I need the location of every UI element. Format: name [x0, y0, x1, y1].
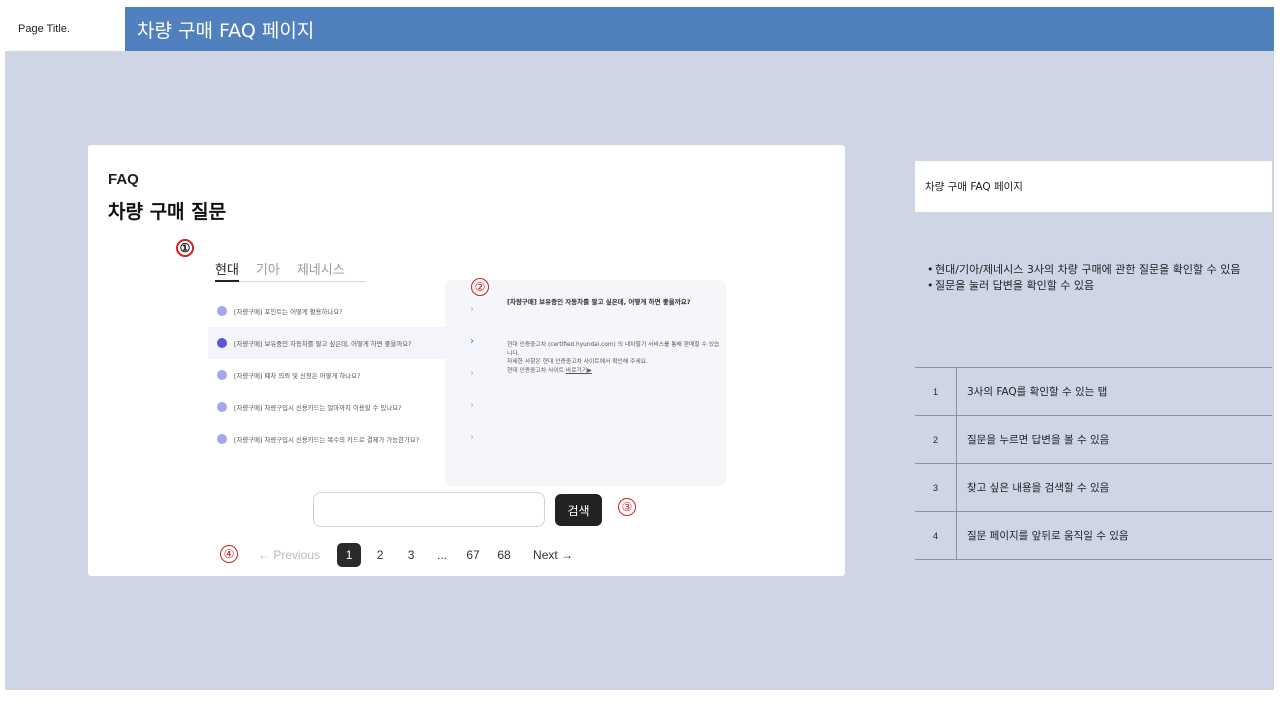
bullet-dot-icon	[217, 306, 227, 316]
chevron-right-icon: ›	[470, 400, 474, 411]
question-text: [차량구매] 차량구입시 신용카드는 얼마까지 이용할 수 있나요?	[234, 403, 402, 412]
marker-1: ①	[176, 239, 194, 257]
question-list: [차량구매] 포인트는 어떻게 활용하나요? › [차량구매] 보유중인 자동차…	[208, 295, 484, 455]
next-button[interactable]: Next →	[533, 548, 573, 562]
description-bullet: • 질문을 눌러 답변을 확인할 수 있음	[927, 278, 1267, 294]
marker-4: ④	[220, 545, 238, 563]
page-68[interactable]: 68	[492, 543, 516, 567]
question-item[interactable]: [차량구매] 포인트는 어떻게 활용하나요? ›	[208, 295, 484, 327]
legend-number: 2	[915, 416, 957, 463]
page-title-label: Page Title.	[5, 7, 125, 51]
previous-button[interactable]: ← Previous	[258, 548, 320, 562]
legend-number: 1	[915, 368, 957, 415]
bullet-dot-icon	[217, 434, 227, 444]
answer-title: [차량구매] 보유중인 자동차를 팔고 싶은데, 어떻게 하면 좋을까요?	[507, 298, 691, 306]
bullet-text: 현대/기아/제네시스 3사의 차량 구매에 관한 질문을 확인할 수 있음	[935, 263, 1241, 276]
chevron-right-icon: ›	[470, 336, 474, 347]
bullet-mark: •	[927, 279, 934, 292]
bullet-dot-icon	[217, 338, 227, 348]
marker-3: ③	[618, 498, 636, 516]
question-item[interactable]: [차량구매] 폐차 의뢰 및 신청은 어떻게 하나요? ›	[208, 359, 484, 391]
answer-line-1: 현대 인증중고차 (certified.hyundai.com) 의 내차팔기 …	[507, 342, 720, 357]
answer-panel: [차량구매] 보유중인 자동차를 팔고 싶은데, 어떻게 하면 좋을까요? 현대…	[445, 280, 726, 486]
description-bullets: • 현대/기아/제네시스 3사의 차량 구매에 관한 질문을 확인할 수 있음 …	[927, 262, 1267, 294]
page-1[interactable]: 1	[337, 543, 362, 567]
legend-number: 3	[915, 464, 957, 511]
question-item-selected[interactable]: [차량구매] 보유중인 자동차를 팔고 싶은데, 어떻게 하면 좋을까요? ›	[208, 327, 484, 359]
legend-row: 3 찾고 싶은 내용을 검색할 수 있음	[915, 464, 1272, 512]
question-item[interactable]: [차량구매] 차량구입시 신용카드는 얼마까지 이용할 수 있나요? ›	[208, 391, 484, 423]
faq-heading: 차량 구매 질문	[108, 201, 227, 223]
description-bullet: • 현대/기아/제네시스 3사의 차량 구매에 관한 질문을 확인할 수 있음	[927, 262, 1267, 278]
shortcut-link[interactable]: 바로가기▶	[566, 368, 592, 374]
page-ellipsis: ...	[437, 548, 448, 562]
question-item[interactable]: [차량구매] 차량구입시 신용카드는 복수의 카드로 결제가 가능한가요? ›	[208, 423, 484, 455]
page-3[interactable]: 3	[399, 543, 423, 567]
legend-row: 2 질문을 누르면 답변을 볼 수 있음	[915, 416, 1272, 464]
faq-label: FAQ	[108, 171, 139, 188]
question-text: [차량구매] 폐차 의뢰 및 신청은 어떻게 하나요?	[234, 371, 361, 380]
legend-number: 4	[915, 512, 957, 559]
question-text: [차량구매] 차량구입시 신용카드는 복수의 카드로 결제가 가능한가요?	[234, 435, 420, 444]
description-heading: 차량 구매 FAQ 페이지	[915, 161, 1272, 212]
tab-kia[interactable]: 기아	[256, 259, 280, 282]
legend-row: 4 질문 페이지를 앞뒤로 움직일 수 있음	[915, 512, 1272, 560]
bullet-mark: •	[927, 263, 934, 276]
bullet-text: 질문을 눌러 답변을 확인할 수 있음	[935, 279, 1095, 292]
tab-genesis[interactable]: 제네시스	[297, 259, 345, 282]
question-text: [차량구매] 포인트는 어떻게 활용하나요?	[234, 307, 343, 316]
legend-text: 3사의 FAQ를 확인할 수 있는 탭	[967, 386, 1108, 398]
answer-line-3-text: 현대 인증중고차 사이트	[507, 367, 566, 374]
bullet-dot-icon	[217, 370, 227, 380]
legend-row: 1 3사의 FAQ를 확인할 수 있는 탭	[915, 368, 1272, 416]
chevron-right-icon: ›	[470, 368, 474, 379]
brand-tabs: 현대 기아 제네시스	[215, 259, 366, 282]
chevron-right-icon: ›	[470, 304, 474, 315]
search-input[interactable]	[313, 492, 545, 527]
page-2[interactable]: 2	[368, 543, 392, 567]
legend-text: 찾고 싶은 내용을 검색할 수 있음	[967, 482, 1110, 494]
search-button[interactable]: 검색	[555, 494, 602, 526]
ui-mockup-panel: FAQ 차량 구매 질문 ① 현대 기아 제네시스 [차량구매] 보유중인 자동…	[88, 145, 845, 576]
page-67[interactable]: 67	[461, 543, 485, 567]
marker-legend-table: 1 3사의 FAQ를 확인할 수 있는 탭 2 질문을 누르면 답변을 볼 수 …	[915, 367, 1272, 560]
marker-2: ②	[471, 278, 489, 296]
question-text: [차량구매] 보유중인 자동차를 팔고 싶은데, 어떻게 하면 좋을까요?	[234, 339, 412, 348]
answer-line-3: 현대 인증중고차 사이트 바로가기▶	[507, 367, 722, 376]
page-title: 차량 구매 FAQ 페이지	[137, 19, 315, 42]
bullet-dot-icon	[217, 402, 227, 412]
legend-text: 질문 페이지를 앞뒤로 움직일 수 있음	[967, 530, 1129, 542]
legend-text: 질문을 누르면 답변을 볼 수 있음	[967, 434, 1110, 446]
pagination: ← Previous 1 2 3 ... 67 68 Next →	[258, 542, 573, 568]
chevron-right-icon: ›	[470, 432, 474, 443]
answer-body: 현대 인증중고차 (certified.hyundai.com) 의 내차팔기 …	[507, 341, 722, 375]
tab-hyundai[interactable]: 현대	[215, 259, 239, 282]
answer-line-2: 자세한 사항은 현대 인증중고차 사이트에서 확인해 주세요.	[507, 359, 648, 366]
